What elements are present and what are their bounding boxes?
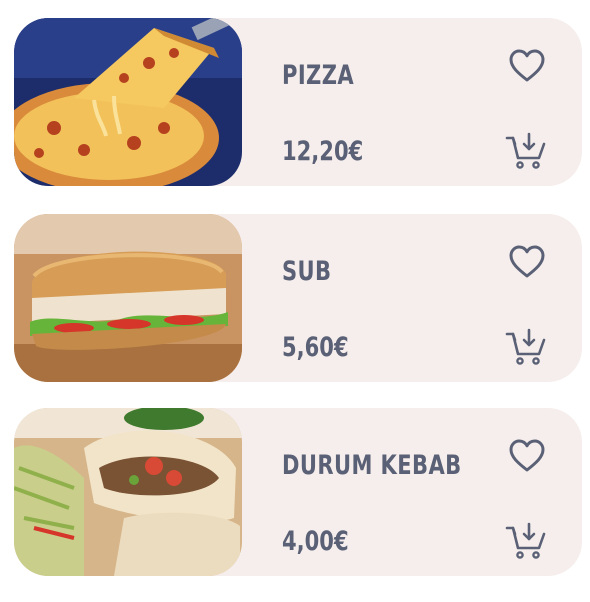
- menu-item-card-sub[interactable]: SUB 5,60€: [14, 214, 582, 382]
- add-to-cart-icon[interactable]: [505, 132, 547, 170]
- item-name: DURUM KEBAB: [282, 450, 462, 481]
- item-name: SUB: [282, 256, 332, 287]
- sub-sandwich-photo: [14, 214, 242, 382]
- item-price: 5,60€: [282, 332, 349, 363]
- item-price: 12,20€: [282, 136, 364, 167]
- menu-list: PIZZA 12,20€ SUB 5,60€ DURUM KEBAB 4,00€: [0, 0, 590, 602]
- durum-kebab-photo: [14, 408, 242, 576]
- heart-outline-icon[interactable]: [508, 244, 546, 280]
- menu-item-card-durum-kebab[interactable]: DURUM KEBAB 4,00€: [14, 408, 582, 576]
- pizza-photo: [14, 18, 242, 186]
- item-name: PIZZA: [282, 60, 355, 91]
- item-price: 4,00€: [282, 526, 349, 557]
- add-to-cart-icon[interactable]: [505, 522, 547, 560]
- heart-outline-icon[interactable]: [508, 48, 546, 84]
- heart-outline-icon[interactable]: [508, 438, 546, 474]
- menu-item-card-pizza[interactable]: PIZZA 12,20€: [14, 18, 582, 186]
- add-to-cart-icon[interactable]: [505, 328, 547, 366]
